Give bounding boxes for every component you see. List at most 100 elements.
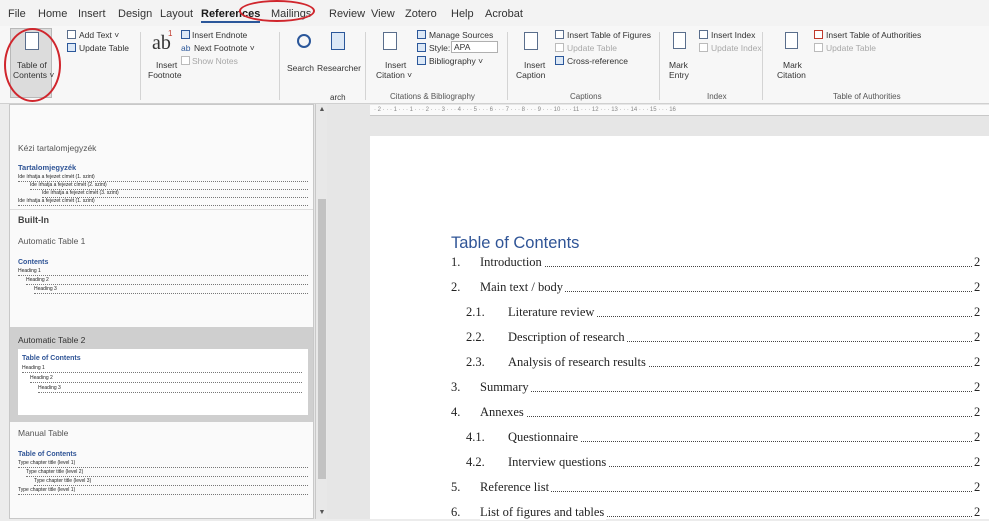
tab-view[interactable]: View: [371, 8, 395, 20]
gallery-auto2-preview: Table of Contents Heading 1 Heading 2 He…: [18, 349, 308, 415]
insert-footnote-label-2[interactable]: Footnote: [148, 70, 182, 80]
toc-dot-leader: [480, 491, 972, 492]
toc-entry-number: 1.: [451, 255, 461, 269]
toc-entry-number: 4.1.: [466, 430, 485, 444]
toc-dot-leader: [480, 266, 972, 267]
mark-citation-label-1[interactable]: Mark: [783, 60, 802, 70]
update-index-button[interactable]: Update Index: [711, 43, 762, 53]
update-table-figures-button[interactable]: Update Table: [567, 43, 617, 53]
toc-entry-text: List of figures and tables: [480, 505, 607, 520]
style-label: Style:: [429, 43, 451, 53]
index-group-label: Index: [707, 92, 727, 101]
toc-entry-page: 2: [974, 380, 981, 394]
insert-footnote-label-1[interactable]: Insert: [156, 60, 177, 70]
researcher-button[interactable]: Researcher: [317, 63, 361, 73]
show-notes-button[interactable]: Show Notes: [192, 56, 238, 66]
mark-citation-label-2[interactable]: Citation: [777, 70, 806, 80]
insert-caption-label-2[interactable]: Caption: [516, 70, 545, 80]
toc-gallery-dropdown: Kézi tartalomjegyzék Tartalomjegyzék Ide…: [9, 104, 314, 519]
update-table-button[interactable]: Update Table: [79, 43, 129, 53]
gallery-auto2-title: Table of Contents: [22, 355, 81, 362]
gallery-manual-line: Type chapter title (level 1): [18, 460, 308, 468]
gallery-scrollbar[interactable]: ▲ ▼: [315, 104, 327, 519]
toc-entry-text: Summary: [480, 380, 531, 395]
tab-home[interactable]: Home: [38, 8, 67, 20]
tab-acrobat[interactable]: Acrobat: [485, 8, 523, 20]
tab-zotero[interactable]: Zotero: [405, 8, 437, 20]
toc-entry-number: 2.2.: [466, 330, 485, 344]
tab-layout[interactable]: Layout: [160, 8, 193, 20]
gallery-heading-line: Heading 2: [30, 375, 302, 383]
add-text-button[interactable]: Add Text ˅: [79, 30, 119, 40]
cross-reference-icon: [555, 56, 564, 65]
tab-design[interactable]: Design: [118, 8, 152, 20]
toc-entry-page: 2: [974, 430, 981, 444]
tab-file[interactable]: File: [8, 8, 26, 20]
toc-entry-text: Annexes: [480, 405, 526, 420]
mark-entry-label-2[interactable]: Entry: [669, 70, 689, 80]
insert-caption-label-1[interactable]: Insert: [524, 60, 545, 70]
update-toa-icon: [814, 43, 823, 52]
tab-insert[interactable]: Insert: [78, 8, 106, 20]
update-table-figures-icon: [555, 43, 564, 52]
toc-entry-text: Questionnaire: [508, 430, 581, 445]
mark-citation-icon: [785, 32, 798, 49]
insert-table-of-authorities-icon: [814, 30, 823, 39]
style-dropdown[interactable]: APA: [451, 41, 498, 53]
update-toa-button[interactable]: Update Table: [826, 43, 876, 53]
insert-citation-label-2[interactable]: Citation ˅: [376, 70, 412, 80]
gallery-heading-line: Heading 1: [22, 365, 302, 373]
toc-entry-page: 2: [974, 255, 981, 269]
insert-index-button[interactable]: Insert Index: [711, 30, 755, 40]
gallery-item-manual-table[interactable]: Table of Contents Type chapter title (le…: [18, 451, 308, 511]
captions-group-label: Captions: [570, 92, 602, 101]
toc-entry-text: Reference list: [480, 480, 552, 495]
scroll-up-icon[interactable]: ▲: [316, 104, 328, 116]
toc-entry-page: 2: [974, 480, 981, 494]
ribbon: Table of Contents ˅ Add Text ˅ Update Ta…: [0, 26, 989, 104]
toc-entry-number: 2.3.: [466, 355, 485, 369]
gallery-custom-line: Ide írhatja a fejezet címét (1. szint): [18, 198, 308, 206]
toc-entry-number: 4.: [451, 405, 461, 419]
insert-table-of-authorities-button[interactable]: Insert Table of Authorities: [826, 30, 921, 40]
cross-reference-button[interactable]: Cross-reference: [567, 56, 628, 66]
gallery-builtin-header: Built-In: [18, 215, 49, 225]
gallery-custom-line: Ide írhatja a fejezet címét (2. szint): [30, 182, 308, 190]
gallery-manual-label: Manual Table: [18, 428, 69, 438]
gallery-item-automatic-table-2[interactable]: Automatic Table 2 Table of Contents Head…: [10, 327, 313, 422]
toc-entry-page: 2: [974, 280, 981, 294]
toc-entry-number: 6.: [451, 505, 461, 519]
separator: [279, 32, 280, 100]
manage-sources-button[interactable]: Manage Sources: [429, 30, 493, 40]
separator: [140, 32, 141, 100]
separator: [659, 32, 660, 100]
scroll-down-icon[interactable]: ▼: [316, 507, 328, 519]
gallery-auto1-title: Contents: [18, 259, 49, 266]
gallery-item-custom-toc[interactable]: Tartalomjegyzék Ide írhatja a fejezet cí…: [18, 163, 308, 206]
horizontal-ruler[interactable]: · 2 · · · 1 · · · 1 · · · 2 · · · 3 · · …: [370, 105, 989, 116]
mark-entry-label-1[interactable]: Mark: [669, 60, 688, 70]
search-button[interactable]: Search: [287, 63, 314, 73]
toc-entry-page: 2: [974, 305, 981, 319]
researcher-icon: [331, 32, 345, 50]
tab-review[interactable]: Review: [329, 8, 365, 20]
gallery-custom-title: Tartalomjegyzék: [18, 163, 77, 172]
toc-entry-number: 2.: [451, 280, 461, 294]
gallery-item-automatic-table-1[interactable]: Contents Heading 1 Heading 2 Heading 3: [18, 259, 308, 299]
gallery-manual-line: Type chapter title (level 2): [26, 469, 308, 477]
toc-entry-text: Introduction: [480, 255, 544, 270]
insert-citation-label-1[interactable]: Insert: [385, 60, 406, 70]
insert-endnote-button[interactable]: Insert Endnote: [192, 30, 247, 40]
toc-entry-text: Analysis of research results: [508, 355, 648, 370]
next-footnote-button[interactable]: Next Footnote ˅: [194, 43, 255, 53]
highlight-circle-references: [239, 0, 315, 22]
toc-entry-text: Main text / body: [480, 280, 565, 295]
toc-entry-number: 5.: [451, 480, 461, 494]
tab-help[interactable]: Help: [451, 8, 474, 20]
insert-table-of-figures-button[interactable]: Insert Table of Figures: [567, 30, 651, 40]
bibliography-button[interactable]: Bibliography ˅: [429, 56, 483, 66]
highlight-circle-toc: [4, 28, 61, 102]
scrollbar-thumb[interactable]: [318, 199, 326, 479]
gallery-manual-line: Type chapter title (level 1): [18, 487, 308, 495]
citations-group-label: Citations & Bibliography: [390, 92, 475, 101]
